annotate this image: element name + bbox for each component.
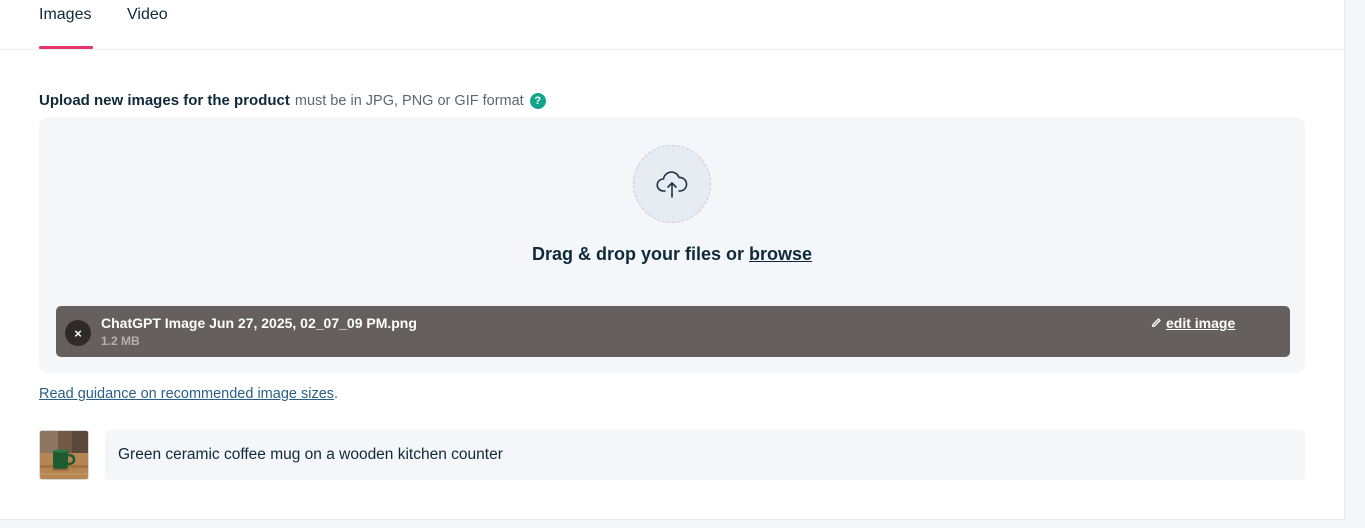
active-tab-indicator <box>39 46 93 49</box>
help-icon[interactable]: ? <box>529 92 546 109</box>
upload-title: Upload new images for the product <box>39 92 290 109</box>
alt-text-input[interactable] <box>105 430 1305 480</box>
guidance-text: Read guidance on recommended image sizes… <box>39 386 338 402</box>
guidance-link[interactable]: Read guidance on recommended image sizes <box>39 386 334 402</box>
drop-instructions: Drag & drop your files or browse <box>39 244 1305 265</box>
upload-heading: Upload new images for the product must b… <box>39 92 546 109</box>
edit-image-label: edit image <box>1166 315 1236 331</box>
uploaded-file-row: × ChatGPT Image Jun 27, 2025, 02_07_09 P… <box>56 306 1290 357</box>
close-icon: × <box>74 325 82 341</box>
upload-dropzone[interactable]: Drag & drop your files or browse × ChatG… <box>39 117 1305 373</box>
cloud-upload-icon[interactable] <box>633 145 711 223</box>
remove-file-button[interactable]: × <box>65 320 91 346</box>
guidance-suffix: . <box>334 386 339 402</box>
edit-image-button[interactable]: edit image <box>1151 315 1235 331</box>
image-thumbnail[interactable] <box>39 430 89 480</box>
pencil-icon <box>1151 315 1162 331</box>
tab-video[interactable]: Video <box>127 6 168 24</box>
browse-link[interactable]: browse <box>749 244 812 264</box>
format-note: must be in JPG, PNG or GIF format <box>294 92 524 109</box>
file-name: ChatGPT Image Jun 27, 2025, 02_07_09 PM.… <box>101 315 417 331</box>
drop-text: Drag & drop your files or <box>531 244 744 264</box>
tab-images[interactable]: Images <box>39 6 91 24</box>
media-tabs: Images Video <box>0 0 1345 50</box>
media-panel: Images Video Upload new images for the p… <box>0 0 1345 520</box>
file-size: 1.2 MB <box>101 334 140 348</box>
